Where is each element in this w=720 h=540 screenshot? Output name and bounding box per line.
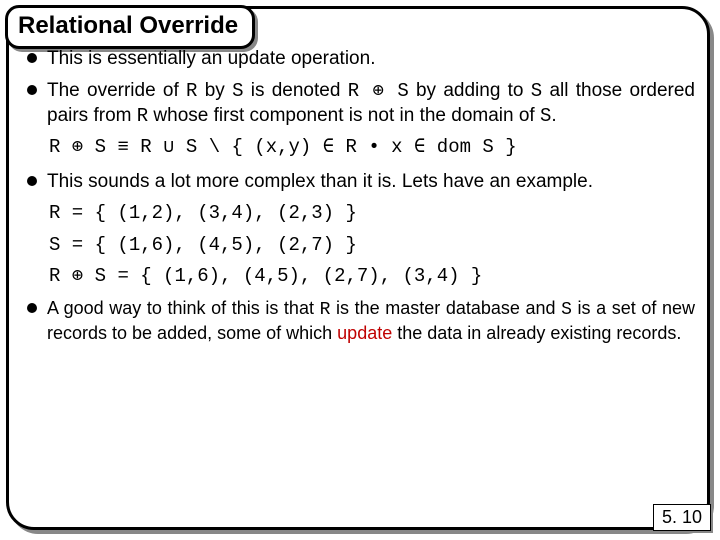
bullet-3: This sounds a lot more complex than it i… bbox=[27, 170, 695, 194]
text: is denoted bbox=[243, 80, 347, 101]
bullet-2-text: The override of R by S is denoted R ⊕ S … bbox=[47, 79, 695, 129]
code-R: R bbox=[186, 80, 197, 102]
text: whose first component is not in the doma… bbox=[148, 105, 540, 126]
text: is the master database and bbox=[330, 298, 561, 318]
code-S: S bbox=[561, 300, 572, 320]
bullet-4: A good way to think of this is that R is… bbox=[27, 297, 695, 344]
bullet-dot-icon bbox=[27, 85, 37, 95]
example-S: S = { (1,6), (4,5), (2,7) } bbox=[49, 234, 695, 258]
code-R: R bbox=[320, 300, 331, 320]
bullet-1-text: This is essentially an update operation. bbox=[47, 47, 695, 71]
code-S: S bbox=[531, 80, 542, 102]
example-R: R = { (1,2), (3,4), (2,3) } bbox=[49, 202, 695, 226]
examples-block: R = { (1,2), (3,4), (2,3) } S = { (1,6),… bbox=[49, 202, 695, 289]
bullet-1: This is essentially an update operation. bbox=[27, 47, 695, 71]
text: by adding to bbox=[409, 80, 531, 101]
text: A good way to think of this is that bbox=[47, 298, 320, 318]
slide-content: This is essentially an update operation.… bbox=[27, 47, 695, 352]
text: The override of bbox=[47, 80, 186, 101]
example-result: R ⊕ S = { (1,6), (4,5), (2,7), (3,4) } bbox=[49, 265, 695, 289]
bullet-3-text: This sounds a lot more complex than it i… bbox=[47, 170, 695, 194]
bullet-dot-icon bbox=[27, 303, 37, 313]
code-S: S bbox=[232, 80, 243, 102]
slide-frame: Relational Override This is essentially … bbox=[6, 6, 710, 530]
definition-formula: R ⊕ S ≡ R ∪ S \ { (x,y) ∈ R • x ∈ dom S … bbox=[49, 136, 695, 160]
bullet-dot-icon bbox=[27, 53, 37, 63]
code-expr: R ⊕ S bbox=[348, 80, 409, 102]
text: . bbox=[551, 105, 556, 126]
page-number: 5. 10 bbox=[653, 504, 711, 531]
bullet-4-text: A good way to think of this is that R is… bbox=[47, 297, 695, 344]
text: by bbox=[197, 80, 232, 101]
text: the data in already existing records. bbox=[392, 323, 681, 343]
bullet-dot-icon bbox=[27, 176, 37, 186]
code-R: R bbox=[137, 105, 148, 127]
bullet-2: The override of R by S is denoted R ⊕ S … bbox=[27, 79, 695, 129]
code-S: S bbox=[540, 105, 551, 127]
slide-title: Relational Override bbox=[5, 5, 255, 49]
highlight-update: update bbox=[337, 323, 392, 343]
